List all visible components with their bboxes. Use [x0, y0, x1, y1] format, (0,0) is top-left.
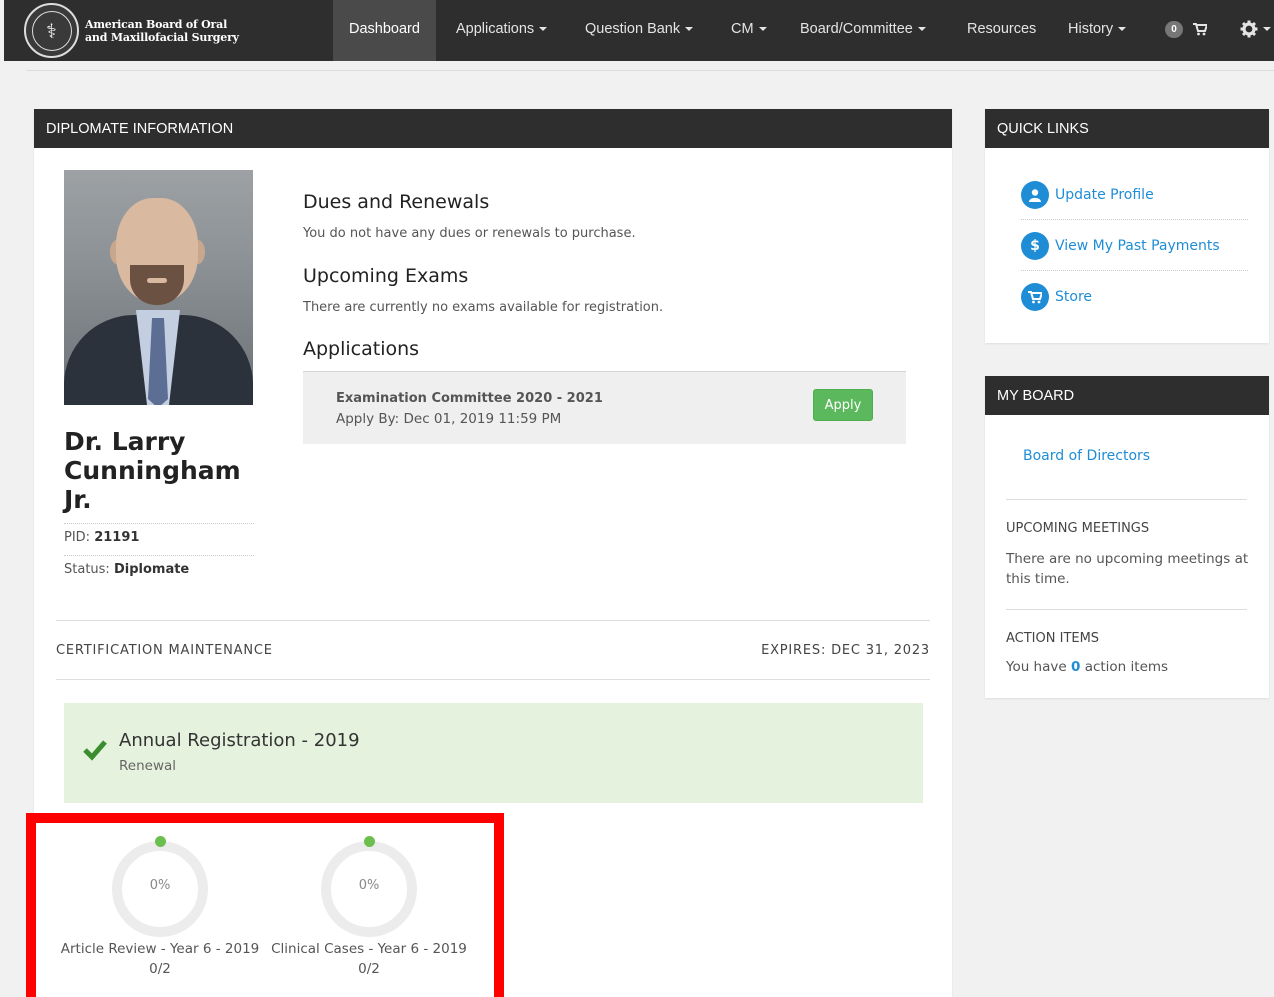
pid-row: PID: 21191 [64, 523, 254, 545]
action-items-title: ACTION ITEMS [1006, 631, 1100, 646]
divider [26, 70, 1274, 71]
action-items-count[interactable]: 0 [1071, 659, 1080, 675]
applications-title: Applications [303, 338, 420, 360]
divider [1006, 499, 1247, 500]
action-items-text: You have 0 action items [1006, 659, 1169, 675]
nav-cm[interactable]: CM [731, 0, 767, 61]
quick-link-label: Store [1055, 289, 1093, 305]
dollar-icon: $ [1021, 231, 1049, 260]
quick-links-panel: QUICK LINKS Update Profile $ View My Pas… [985, 109, 1269, 343]
quick-link-past-payments[interactable]: $ View My Past Payments [1021, 221, 1248, 271]
status-row: Status: Diplomate [64, 555, 254, 577]
checkmark-icon [83, 740, 107, 761]
annual-registration-title: Annual Registration - 2019 [119, 730, 360, 751]
apply-button[interactable]: Apply [813, 389, 873, 421]
application-card: Examination Committee 2020 - 2021 Apply … [303, 371, 906, 444]
application-apply-by: Apply By: Dec 01, 2019 11:59 PM [336, 411, 562, 427]
cart-icon [1021, 283, 1049, 311]
caret-down-icon [685, 27, 694, 32]
board-seal-icon: ⚕ [24, 3, 79, 58]
annual-registration-card: Annual Registration - 2019 Renewal [64, 703, 923, 803]
profile-photo [64, 170, 253, 405]
nav-resources[interactable]: Resources [967, 0, 1036, 61]
caret-down-icon [758, 27, 767, 32]
upcoming-meetings-text: There are no upcoming meetings at this t… [1006, 551, 1249, 587]
quick-link-update-profile[interactable]: Update Profile [1021, 170, 1248, 220]
nav-applications[interactable]: Applications [456, 0, 548, 61]
divider [56, 620, 930, 621]
my-board-header: MY BOARD [985, 376, 1269, 415]
nav-board-committee[interactable]: Board/Committee [800, 0, 926, 61]
caret-down-icon [539, 27, 548, 32]
cm-expires: EXPIRES: DEC 31, 2023 [761, 643, 930, 658]
gear-icon [1240, 20, 1258, 38]
nav-history[interactable]: History [1068, 0, 1127, 61]
annual-registration-subtitle: Renewal [119, 758, 177, 774]
caret-down-icon [1263, 27, 1271, 32]
my-board-panel: MY BOARD Board of Directors UPCOMING MEE… [985, 376, 1269, 698]
divider [1006, 609, 1247, 610]
divider [56, 679, 930, 680]
cm-label: CERTIFICATION MAINTENANCE [56, 643, 273, 658]
dues-title: Dues and Renewals [303, 191, 490, 213]
quick-link-label: View My Past Payments [1055, 237, 1220, 254]
exams-text: There are currently no exams available f… [303, 300, 664, 315]
dues-text: You do not have any dues or renewals to … [303, 226, 636, 241]
board-of-directors-link[interactable]: Board of Directors [1023, 448, 1150, 464]
status-value: Diplomate [113, 562, 190, 577]
cart-count-badge: 0 [1165, 20, 1183, 38]
caret-down-icon [1118, 27, 1127, 32]
exams-title: Upcoming Exams [303, 265, 469, 287]
application-name: Examination Committee 2020 - 2021 [336, 391, 603, 406]
cart-icon [1193, 22, 1208, 36]
top-navbar: ⚕ American Board of Oral and Maxillofaci… [4, 0, 1274, 61]
nav-dashboard[interactable]: Dashboard [333, 0, 436, 61]
quick-link-store[interactable]: Store [1021, 272, 1248, 322]
diplomate-name: Dr. Larry Cunningham Jr. [64, 427, 241, 514]
nav-cart[interactable]: 0 [1165, 0, 1208, 61]
brand-name: American Board of Oral and Maxillofacial… [85, 17, 239, 44]
nav-question-bank[interactable]: Question Bank [585, 0, 694, 61]
user-icon [1021, 180, 1049, 209]
quick-link-label: Update Profile [1055, 186, 1154, 203]
diplomate-panel-header: DIPLOMATE INFORMATION [34, 109, 952, 148]
caret-down-icon [917, 27, 926, 32]
annotation-highlight-box [26, 813, 504, 997]
nav-settings[interactable] [1240, 0, 1271, 61]
brand-logo[interactable]: ⚕ American Board of Oral and Maxillofaci… [24, 3, 239, 58]
quick-links-header: QUICK LINKS [985, 109, 1269, 148]
upcoming-meetings-title: UPCOMING MEETINGS [1006, 521, 1150, 536]
pid-value: 21191 [94, 530, 140, 545]
